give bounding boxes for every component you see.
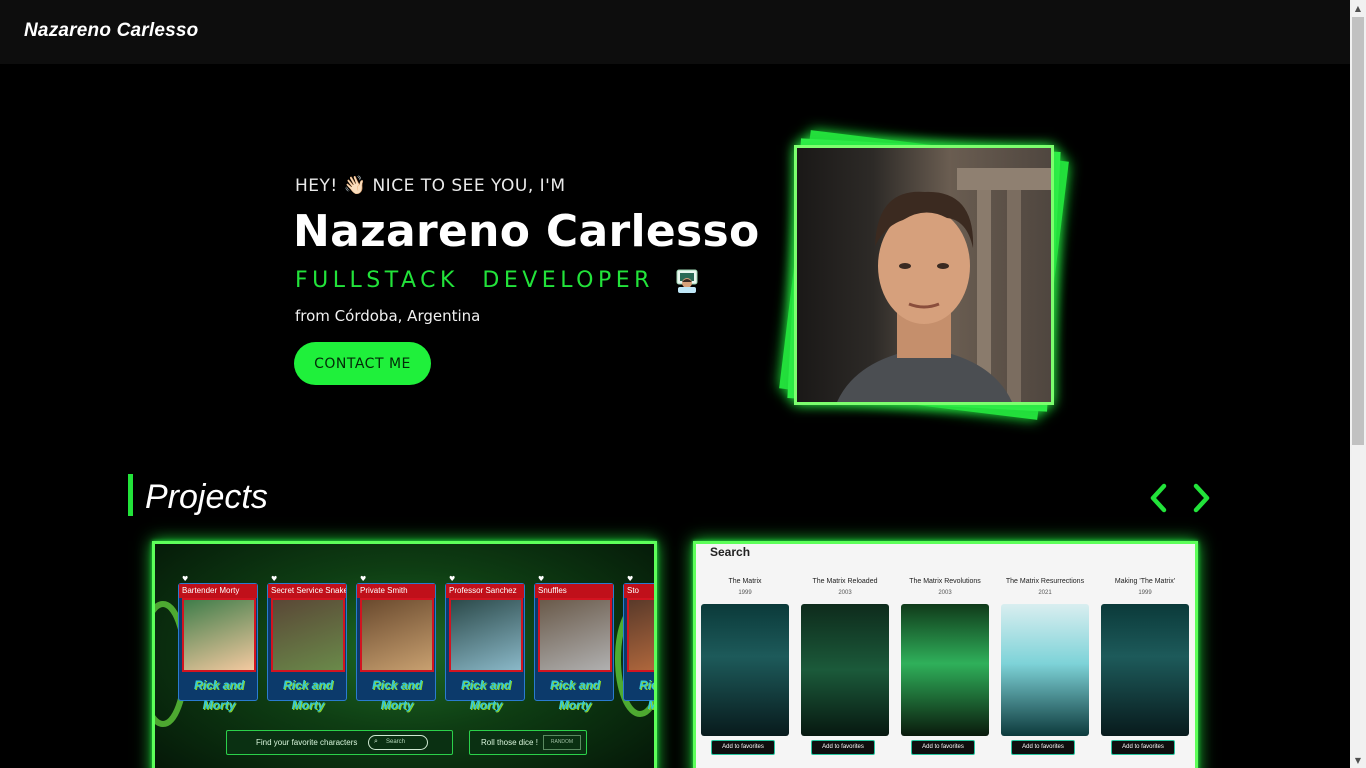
favorite-heart-icon[interactable]: ♥: [271, 575, 277, 583]
chevron-right-icon: [1193, 483, 1210, 513]
profile-photo-image: [797, 148, 1051, 402]
movie-poster[interactable]: [1101, 604, 1189, 736]
random-label: Roll those dice !: [481, 738, 538, 747]
add-to-favorites-button[interactable]: Add to favorites: [1111, 740, 1175, 755]
brand-logo[interactable]: Nazareno Carlesso: [24, 20, 198, 42]
projects-title: Projects: [145, 478, 268, 516]
developer-icon: [676, 269, 698, 293]
favorite-heart-icon[interactable]: ♥: [449, 575, 455, 583]
rick-and-morty-logo: Rick and Morty: [638, 678, 657, 712]
scroll-up-icon[interactable]: ▲: [1350, 0, 1366, 16]
character-name: Sto: [624, 584, 654, 598]
profile-photo: [794, 145, 1054, 405]
character-card[interactable]: ♥ Bartender Morty Rick and Morty: [178, 575, 258, 712]
profile-photo-container: [779, 130, 1069, 420]
waving-hand-icon: 👋🏻: [343, 175, 367, 196]
greeting-text: HEY!: [295, 176, 338, 196]
greeting-rest-text: NICE TO SEE YOU, I'M: [372, 176, 566, 196]
hero-greeting: HEY! 👋🏻 NICE TO SEE YOU, I'M: [295, 175, 566, 196]
character-image: [271, 598, 345, 672]
add-to-favorites-button[interactable]: Add to favorites: [1011, 740, 1075, 755]
search-placeholder: Search: [386, 739, 406, 745]
character-card[interactable]: ♥ Professor Sanchez Rick and Morty: [445, 575, 525, 712]
movie-year: 2003: [938, 590, 952, 596]
character-card[interactable]: ♥ Private Smith Rick and Morty: [356, 575, 436, 712]
movie-poster[interactable]: [901, 604, 989, 736]
movie-year: 2021: [1038, 590, 1052, 596]
movie-title: Making 'The Matrix': [1114, 578, 1176, 585]
character-image: [627, 598, 654, 672]
movie-year: 1999: [738, 590, 752, 596]
project-card-rick-and-morty[interactable]: ♥ Bartender Morty Rick and Morty ♥ Secret Se…: [152, 541, 657, 768]
project-card-matrix[interactable]: Search The Matrix 1999 Add to favorites The…: [693, 541, 1198, 768]
rick-and-morty-logo: Rick and Morty: [371, 678, 422, 712]
add-to-favorites-button[interactable]: Add to favorites: [711, 740, 775, 755]
character-image: [182, 598, 256, 672]
hero-name: Nazareno Carlesso: [293, 206, 760, 257]
movie-year: 2003: [838, 590, 852, 596]
random-button[interactable]: RANDOM: [543, 735, 581, 750]
movie-title: The Matrix: [728, 578, 762, 585]
rick-and-morty-logo: Rick and Morty: [193, 678, 244, 712]
character-card[interactable]: ♥Sto Rick and Morty: [623, 575, 657, 712]
character-image: [449, 598, 523, 672]
movie-title: The Matrix Resurrections: [1005, 578, 1085, 585]
hero-location: from Córdoba, Argentina: [295, 307, 481, 325]
character-name: Snuffles: [535, 584, 613, 598]
character-name: Professor Sanchez: [446, 584, 524, 598]
movie-title: The Matrix Reloaded: [812, 578, 878, 585]
add-to-favorites-button[interactable]: Add to favorites: [911, 740, 975, 755]
favorite-heart-icon[interactable]: ♥: [538, 575, 544, 583]
random-panel: Roll those dice ! RANDOM: [469, 730, 587, 755]
rick-and-morty-logo: Rick and Morty: [282, 678, 333, 712]
movie-poster[interactable]: [701, 604, 789, 736]
character-search-input[interactable]: ⌕ Search: [368, 735, 428, 750]
projects-next-button[interactable]: [1186, 480, 1216, 516]
scroll-thumb[interactable]: [1352, 17, 1364, 445]
hero-role: FULLSTACK DEVELOPER: [295, 268, 654, 293]
scroll-down-icon[interactable]: ▼: [1350, 752, 1366, 768]
character-search-panel: Find your favorite characters ⌕ Search: [226, 730, 453, 755]
matrix-search-label: Search: [710, 545, 751, 559]
favorite-heart-icon[interactable]: ♥: [182, 575, 188, 583]
character-name: Secret Service Snake: [268, 584, 346, 598]
character-name: Private Smith: [357, 584, 435, 598]
movie-year: 1999: [1138, 590, 1152, 596]
rick-and-morty-logo: Rick and Morty: [460, 678, 511, 712]
favorite-heart-icon[interactable]: ♥: [627, 575, 633, 583]
projects-prev-button[interactable]: [1144, 480, 1174, 516]
character-card[interactable]: ♥ Secret Service Snake Rick and Morty: [267, 575, 347, 712]
favorite-heart-icon[interactable]: ♥: [360, 575, 366, 583]
projects-accent-bar: [128, 474, 133, 516]
add-to-favorites-button[interactable]: Add to favorites: [811, 740, 875, 755]
contact-me-button[interactable]: CONTACT ME: [294, 342, 431, 385]
rick-and-morty-logo: Rick and Morty: [549, 678, 600, 712]
movie-poster[interactable]: [1001, 604, 1089, 736]
character-image: [538, 598, 612, 672]
movie-title: The Matrix Revolutions: [909, 578, 981, 585]
chevron-left-icon: [1150, 483, 1167, 513]
scrollbar[interactable]: ▲ ▼: [1350, 0, 1366, 768]
character-image: [360, 598, 434, 672]
search-label: Find your favorite characters: [256, 738, 358, 747]
search-icon: ⌕: [374, 738, 378, 745]
character-name: Bartender Morty: [179, 584, 257, 598]
character-card[interactable]: ♥ Snuffles Rick and Morty: [534, 575, 614, 712]
movie-poster[interactable]: [801, 604, 889, 736]
navbar: Nazareno Carlesso: [0, 0, 1350, 64]
